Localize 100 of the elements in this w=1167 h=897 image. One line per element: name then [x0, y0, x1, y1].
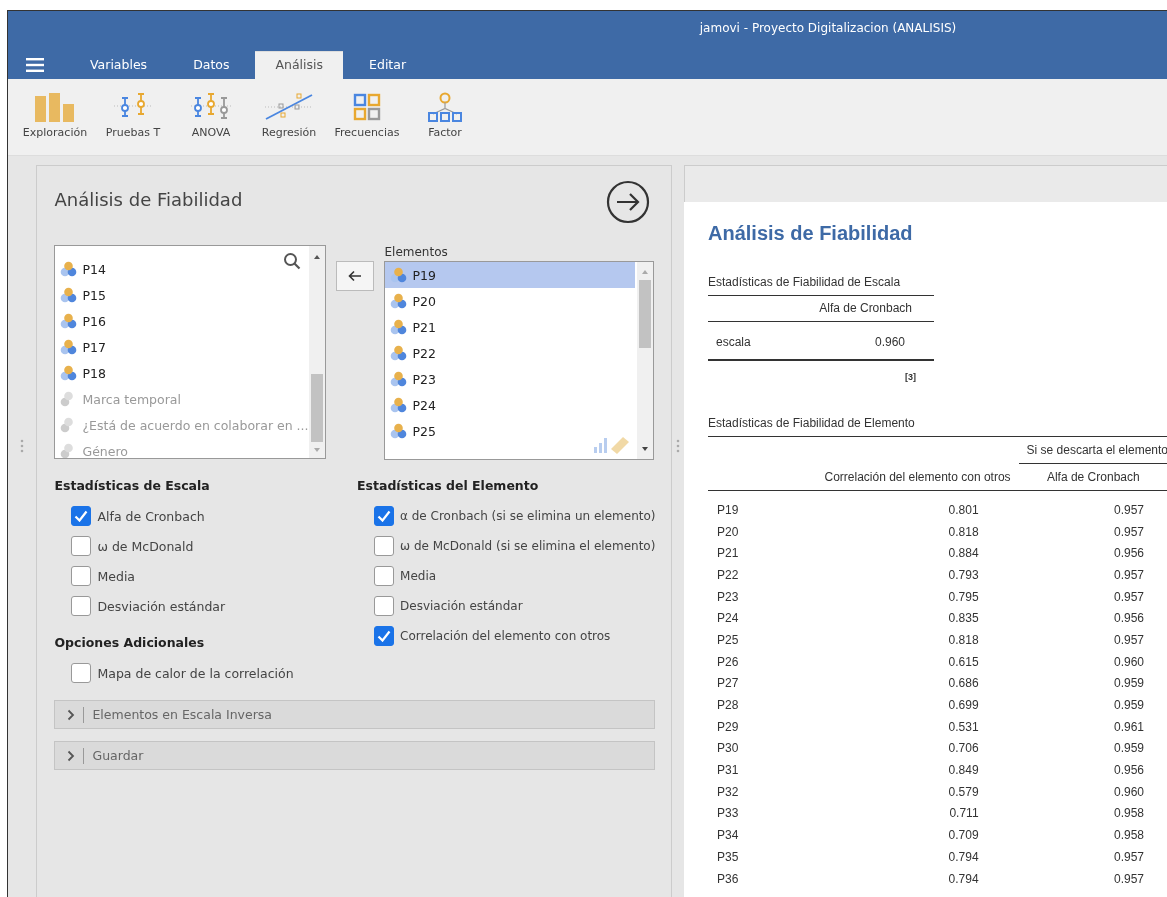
table-cell: 0.956: [1113, 546, 1144, 561]
checkbox-label: Correlación del elemento con otros: [400, 629, 611, 643]
bar-chart-icon: [34, 92, 76, 122]
variable-icon: [390, 345, 409, 361]
grip-icon[interactable]: [20, 439, 25, 453]
checkbox-label: ω de McDonald: [97, 538, 194, 554]
table-cell: P36: [717, 871, 739, 886]
tab[interactable]: Datos: [173, 52, 250, 79]
table-cell: 0.957: [1113, 871, 1144, 886]
table-cell: P27: [717, 676, 739, 691]
section-label: Elementos en Escala Inversa: [92, 707, 272, 722]
checkbox-label: Alfa de Cronbach: [97, 508, 205, 524]
toolbar-button[interactable]: ANOVA: [172, 92, 250, 139]
variable-icon: [390, 319, 409, 335]
table-cell: 0.959: [1113, 676, 1144, 691]
table-cell: 0.699: [948, 698, 979, 713]
checkbox[interactable]: [374, 566, 395, 586]
variable-item[interactable]: P14: [55, 256, 308, 282]
move-left-button[interactable]: [336, 261, 375, 291]
table-cell: 0.957: [1113, 589, 1144, 604]
table-cell: 0.818: [948, 524, 979, 539]
checkbox-label: α de Cronbach (si se elimina un elemento): [400, 509, 656, 523]
window-title: jamovi - Proyecto Digitalizacion (ANALISIS): [698, 20, 958, 37]
search-icon[interactable]: [283, 252, 302, 270]
column-group-header: Si se descarta el elemento: [1026, 443, 1167, 457]
checkbox-label: Desviación estándar: [400, 599, 523, 613]
chevron-icon: [67, 708, 76, 721]
table-cell: P35: [717, 849, 739, 864]
table-cell: 0.849: [948, 763, 979, 778]
scatter-line-icon: [263, 92, 315, 122]
checkbox[interactable]: [374, 506, 395, 526]
collapsible-section[interactable]: Elementos en Escala Inversa: [54, 700, 656, 729]
variable-item[interactable]: P20: [385, 288, 636, 314]
toolbar-button[interactable]: Exploración: [16, 92, 94, 139]
menu-icon[interactable]: [26, 58, 44, 72]
table-cell: 0.709: [948, 828, 979, 843]
table-cell: P29: [717, 719, 739, 734]
variable-item[interactable]: P25: [385, 418, 636, 444]
checkbox[interactable]: [374, 626, 395, 646]
checkbox[interactable]: [71, 566, 92, 586]
table-cell: P20: [717, 524, 739, 539]
variable-icon: [390, 371, 409, 387]
section-heading: Opciones Adicionales: [54, 635, 206, 652]
variable-item[interactable]: P18: [55, 360, 308, 386]
table-cell: escala: [716, 335, 751, 349]
tab[interactable]: Análisis: [255, 51, 344, 79]
table-cell: 0.958: [1113, 828, 1144, 843]
checkbox[interactable]: [71, 663, 92, 683]
variable-item[interactable]: P24: [385, 392, 636, 418]
table-cell: P30: [717, 741, 739, 756]
table-cell: 0.956: [1113, 611, 1144, 626]
variable-icon: [60, 365, 79, 381]
table-cell: 0.956: [1113, 763, 1144, 778]
section-label: Guardar: [92, 748, 144, 763]
grip-icon[interactable]: [676, 439, 681, 453]
toolbar-button[interactable]: Regresión: [250, 92, 328, 139]
toolbar-button[interactable]: Pruebas T: [94, 92, 172, 139]
checkbox[interactable]: [71, 536, 92, 556]
table-cell: 0.835: [948, 611, 979, 626]
tab[interactable]: Variables: [70, 52, 168, 79]
table-cell: P23: [717, 589, 739, 604]
variable-item[interactable]: P23: [385, 366, 636, 392]
table-cell: 0.957: [1113, 849, 1144, 864]
section-heading: Estadísticas del Elemento: [357, 478, 540, 495]
variable-item[interactable]: P17: [55, 334, 308, 360]
checkbox-label: Desviación estándar: [97, 598, 226, 614]
collapsible-section[interactable]: Guardar: [54, 741, 656, 770]
table-cell: P25: [717, 632, 739, 647]
table-cell: P32: [717, 784, 739, 799]
variable-item[interactable]: P15: [55, 282, 308, 308]
arrow-circle-icon[interactable]: [606, 180, 651, 224]
table-cell: P19: [717, 502, 739, 517]
scrollbar[interactable]: [309, 246, 326, 458]
table-cell: 0.706: [948, 741, 979, 756]
table-cell: 0.711: [949, 806, 979, 821]
left-arrow-icon: [348, 270, 363, 282]
variable-item[interactable]: P21: [385, 314, 636, 340]
table-cell: 0.801: [948, 502, 979, 517]
table-cell: 0.531: [948, 719, 979, 734]
results-title: Análisis de Fiabilidad: [708, 222, 914, 245]
variable-item[interactable]: P16: [55, 308, 308, 334]
checkbox[interactable]: [71, 596, 92, 616]
table-cell: 0.794: [948, 871, 979, 886]
checkbox[interactable]: [374, 536, 395, 556]
table-cell: 0.884: [948, 546, 979, 561]
toolbar-button[interactable]: Factor: [406, 92, 484, 139]
scrollbar[interactable]: [637, 262, 654, 459]
checkbox[interactable]: [374, 596, 395, 616]
checkbox-label: ω de McDonald (si se elimina el elemento): [400, 539, 656, 553]
column-header: Alfa de Cronbach: [1046, 470, 1140, 484]
table-cell: 0.794: [948, 849, 979, 864]
checkbox[interactable]: [71, 506, 92, 526]
grid-icon: [352, 92, 382, 122]
toolbar-button[interactable]: Frecuencias: [328, 92, 406, 139]
tab[interactable]: Editar: [349, 52, 427, 79]
variable-icon: [390, 267, 409, 283]
variable-item[interactable]: P22: [385, 340, 636, 366]
table-cell: 0.793: [948, 567, 979, 582]
checkbox-label: Media: [97, 568, 135, 584]
variable-item[interactable]: P19: [385, 262, 636, 288]
